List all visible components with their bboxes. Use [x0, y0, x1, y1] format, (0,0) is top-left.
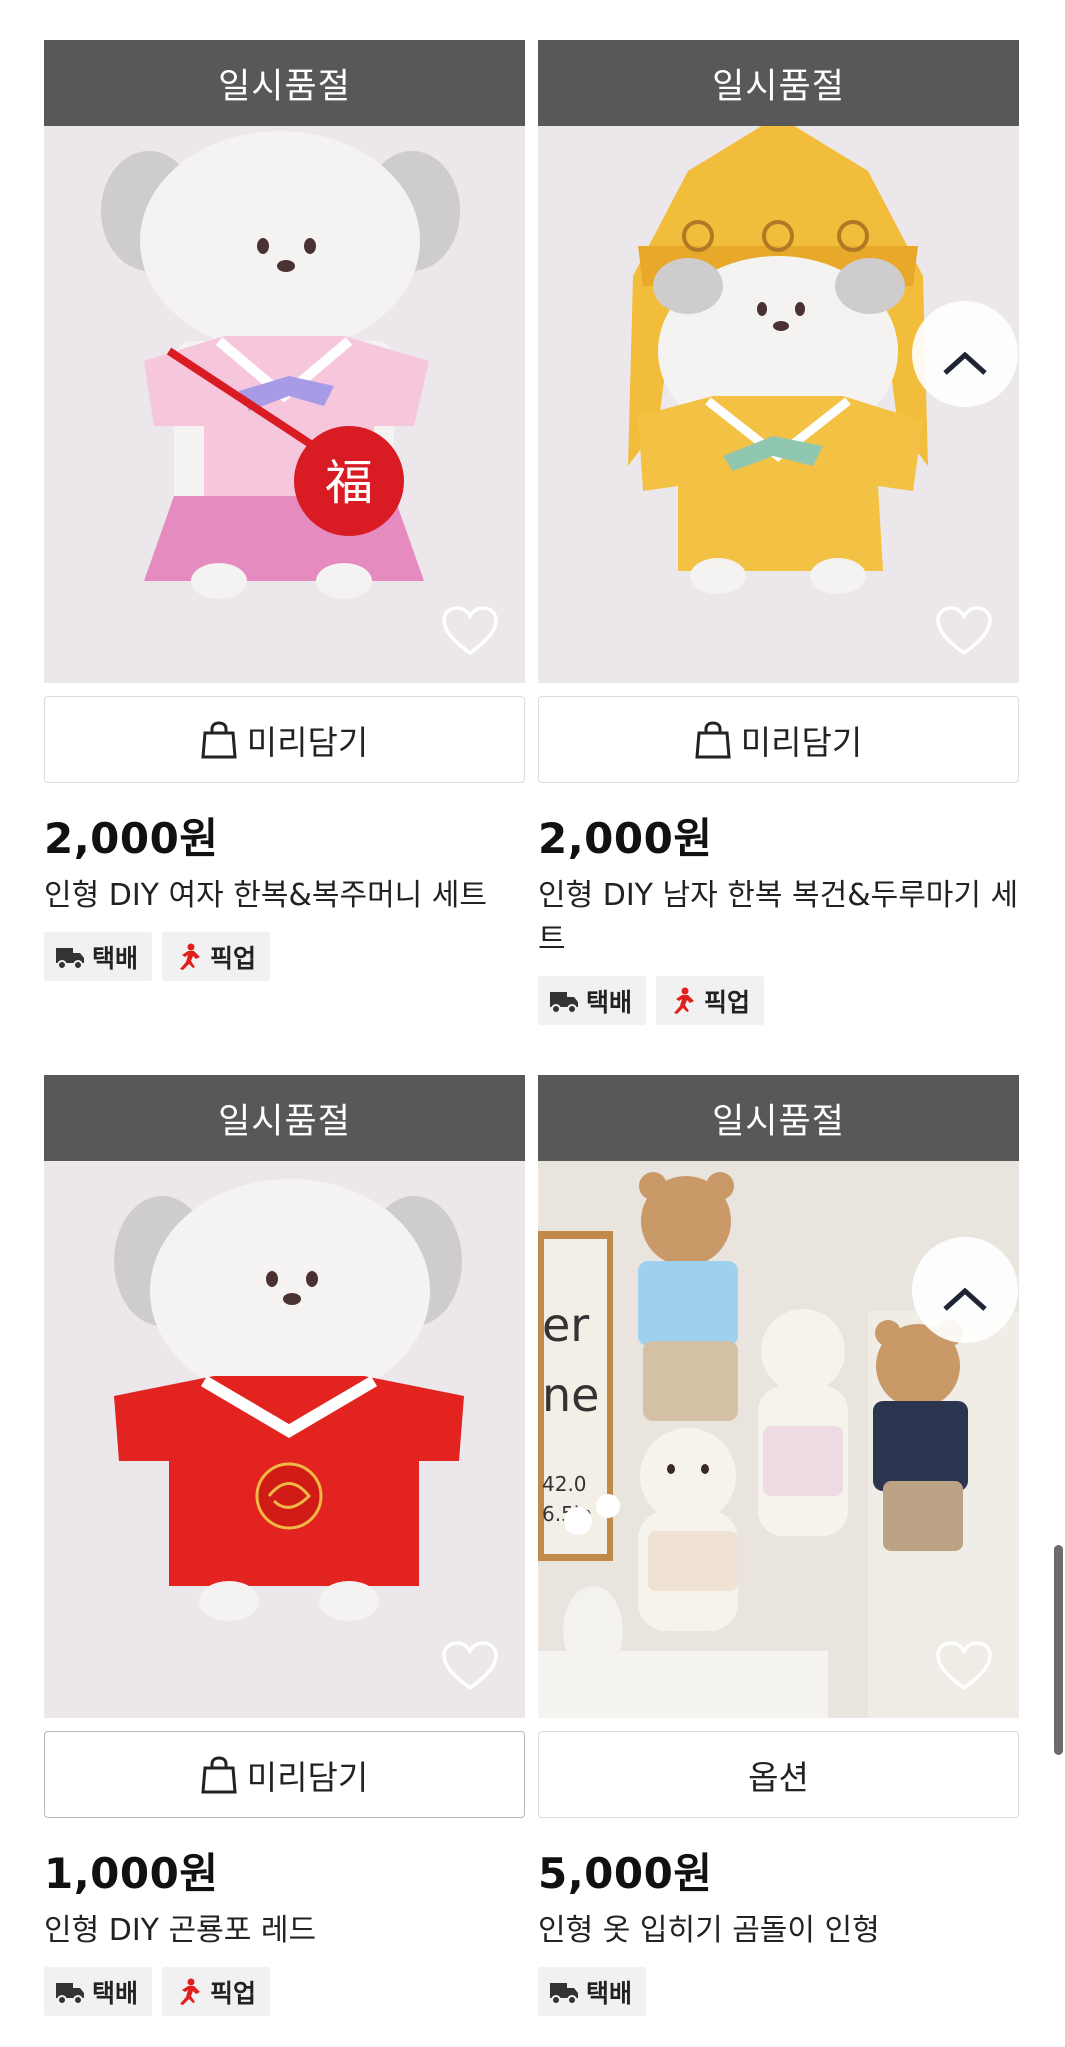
scrollbar[interactable]	[1054, 1545, 1063, 1755]
shopping-bag-icon	[201, 720, 237, 758]
product-name[interactable]: 인형 DIY 곤룡포 레드	[44, 1909, 525, 1953]
sold-out-banner: 일시품절	[44, 40, 525, 126]
shopping-bag-icon	[695, 720, 731, 758]
heart-icon[interactable]	[441, 1640, 499, 1692]
delivery-badge: 택배	[44, 1967, 153, 2016]
delivery-badges: 택배 픽업	[538, 976, 1019, 1025]
sold-out-banner: 일시품절	[538, 40, 1019, 126]
svg-text:ne: ne	[542, 1368, 599, 1422]
preorder-button[interactable]: 미리담기	[538, 696, 1019, 783]
svg-text:42.0: 42.0	[542, 1472, 587, 1496]
product-card[interactable]: 일시품절 미리담기 1,000원 인형 DIY 곤룡포 레드 택배 픽업	[44, 1075, 525, 2016]
svg-text:福: 福	[325, 455, 373, 511]
product-name[interactable]: 인형 DIY 여자 한복&복주머니 세트	[44, 874, 525, 918]
delivery-badge: 택배	[538, 976, 647, 1025]
option-label: 옵션	[748, 1757, 809, 1797]
heart-icon[interactable]	[935, 1640, 993, 1692]
product-price: 5,000원	[538, 1849, 713, 1898]
hanbok-yellow-doll-photo	[538, 126, 1019, 683]
product-image[interactable]: 福	[44, 126, 525, 683]
product-price: 1,000원	[44, 1849, 219, 1898]
pickup-badge: 픽업	[162, 932, 271, 981]
product-name[interactable]: 인형 DIY 남자 한복 복건&두루마기 세트	[538, 874, 1019, 962]
product-image[interactable]	[538, 126, 1019, 683]
running-person-icon	[180, 1978, 201, 2005]
product-price: 2,000원	[538, 814, 713, 863]
delivery-badges: 택배 픽업	[44, 1967, 525, 2016]
scroll-to-top-button[interactable]	[912, 301, 1018, 407]
delivery-badge: 택배	[44, 932, 153, 981]
running-person-icon	[674, 987, 695, 1014]
product-name[interactable]: 인형 옷 입히기 곰돌이 인형	[538, 1909, 1019, 1953]
delivery-badge: 택배	[538, 1967, 647, 2016]
delivery-badges: 택배 픽업	[44, 932, 525, 981]
preorder-button[interactable]: 미리담기	[44, 696, 525, 783]
running-person-icon	[180, 943, 201, 970]
delivery-truck-icon	[550, 1982, 578, 2005]
pickup-badge: 픽업	[656, 976, 765, 1025]
delivery-badges: 택배	[538, 1967, 1019, 2016]
hanbok-pink-doll-photo: 福	[44, 126, 525, 683]
product-price: 2,000원	[44, 814, 219, 863]
product-card[interactable]: 일시품절 福 미리담기 2,000원 인형 DIY 여자 한복&복주머니 세트 …	[44, 40, 525, 981]
scroll-to-top-button[interactable]	[912, 1237, 1018, 1343]
product-image[interactable]	[44, 1161, 525, 1718]
chevron-up-icon	[943, 351, 987, 375]
product-card[interactable]: 일시품절 er ne 42.0 6.5in	[538, 1075, 1019, 2016]
delivery-truck-icon	[550, 991, 578, 1014]
heart-icon[interactable]	[935, 605, 993, 657]
shopping-bag-icon	[201, 1755, 237, 1793]
preorder-label: 미리담기	[246, 1757, 369, 1797]
preorder-button[interactable]: 미리담기	[44, 1731, 525, 1818]
delivery-truck-icon	[56, 1982, 84, 2005]
hanbok-red-doll-photo	[44, 1161, 525, 1718]
chevron-up-icon	[943, 1287, 987, 1311]
sold-out-banner: 일시품절	[44, 1075, 525, 1161]
delivery-truck-icon	[56, 947, 84, 970]
preorder-label: 미리담기	[246, 722, 369, 762]
product-card[interactable]: 일시품절 미리담기 2,000원 인형 DIY 남자 한복 복건&두루마기 세트…	[538, 40, 1019, 1025]
preorder-label: 미리담기	[740, 722, 863, 762]
heart-icon[interactable]	[441, 605, 499, 657]
option-button[interactable]: 옵션	[538, 1731, 1019, 1818]
sold-out-banner: 일시품절	[538, 1075, 1019, 1161]
pickup-badge: 픽업	[162, 1967, 271, 2016]
svg-text:er: er	[542, 1298, 589, 1352]
